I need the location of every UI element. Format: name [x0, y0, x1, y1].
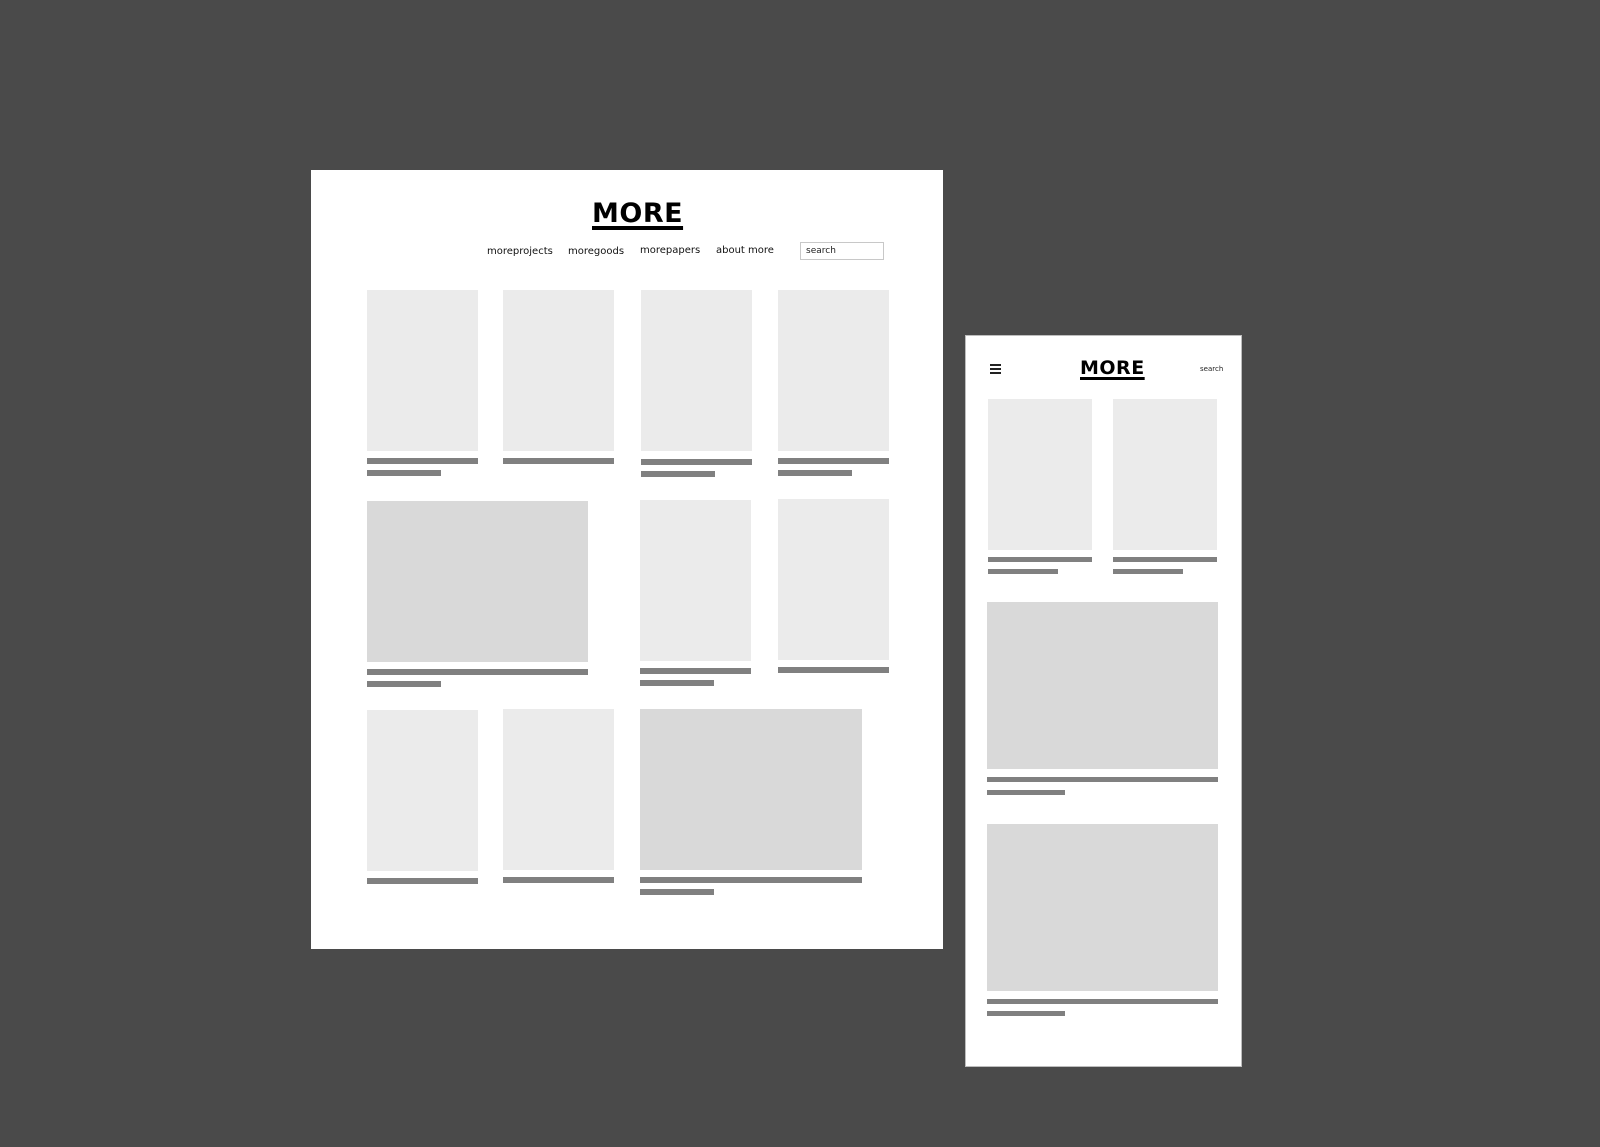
project-card-thumbnail[interactable] [778, 499, 889, 660]
project-card-thumbnail[interactable] [503, 709, 614, 870]
card-title-bar [987, 777, 1218, 782]
project-card-thumbnail[interactable] [641, 290, 752, 451]
desktop-wireframe: MORE moreprojects moregoods morepapers a… [311, 170, 943, 949]
nav-item-moregoods[interactable]: moregoods [568, 246, 624, 257]
featured-card-thumbnail[interactable] [367, 501, 588, 662]
nav-item-morepapers[interactable]: morepapers [640, 245, 700, 256]
card-title-bar [778, 667, 889, 673]
card-title-bar [640, 668, 751, 674]
card-subtitle-bar [367, 681, 441, 687]
card-subtitle-bar [988, 569, 1058, 574]
card-subtitle-bar [640, 889, 714, 895]
card-subtitle-bar [778, 470, 852, 476]
project-card-thumbnail[interactable] [778, 290, 889, 451]
card-subtitle-bar [987, 1011, 1065, 1016]
card-title-bar [988, 557, 1092, 562]
card-title-bar [987, 999, 1218, 1004]
project-card-thumbnail[interactable] [367, 290, 478, 451]
card-title-bar [367, 878, 478, 884]
card-subtitle-bar [1113, 569, 1183, 574]
project-card-thumbnail[interactable] [367, 710, 478, 871]
nav-item-about-more[interactable]: about more [716, 245, 774, 256]
featured-card-thumbnail[interactable] [640, 709, 862, 870]
featured-card-thumbnail[interactable] [987, 602, 1218, 769]
featured-card-thumbnail[interactable] [987, 824, 1218, 991]
project-card-thumbnail[interactable] [503, 290, 614, 451]
card-title-bar [778, 458, 889, 464]
hamburger-menu-icon[interactable] [990, 364, 1001, 374]
card-title-bar [367, 458, 478, 464]
project-card-thumbnail[interactable] [640, 500, 751, 661]
mobile-search-link[interactable]: search [1200, 365, 1223, 373]
card-title-bar [640, 877, 862, 883]
project-card-thumbnail[interactable] [1113, 399, 1217, 550]
card-title-bar [503, 458, 614, 464]
search-input[interactable]: search [800, 242, 884, 260]
card-subtitle-bar [640, 680, 714, 686]
desktop-logo[interactable]: MORE [592, 198, 683, 230]
mobile-logo[interactable]: MORE [1080, 356, 1145, 380]
card-subtitle-bar [987, 790, 1065, 795]
project-card-thumbnail[interactable] [988, 399, 1092, 550]
nav-item-moreprojects[interactable]: moreprojects [487, 246, 553, 257]
card-subtitle-bar [367, 470, 441, 476]
card-title-bar [1113, 557, 1217, 562]
card-title-bar [367, 669, 588, 675]
mobile-wireframe: MORE search [966, 336, 1241, 1066]
card-title-bar [503, 877, 614, 883]
card-subtitle-bar [641, 471, 715, 477]
card-title-bar [641, 459, 752, 465]
